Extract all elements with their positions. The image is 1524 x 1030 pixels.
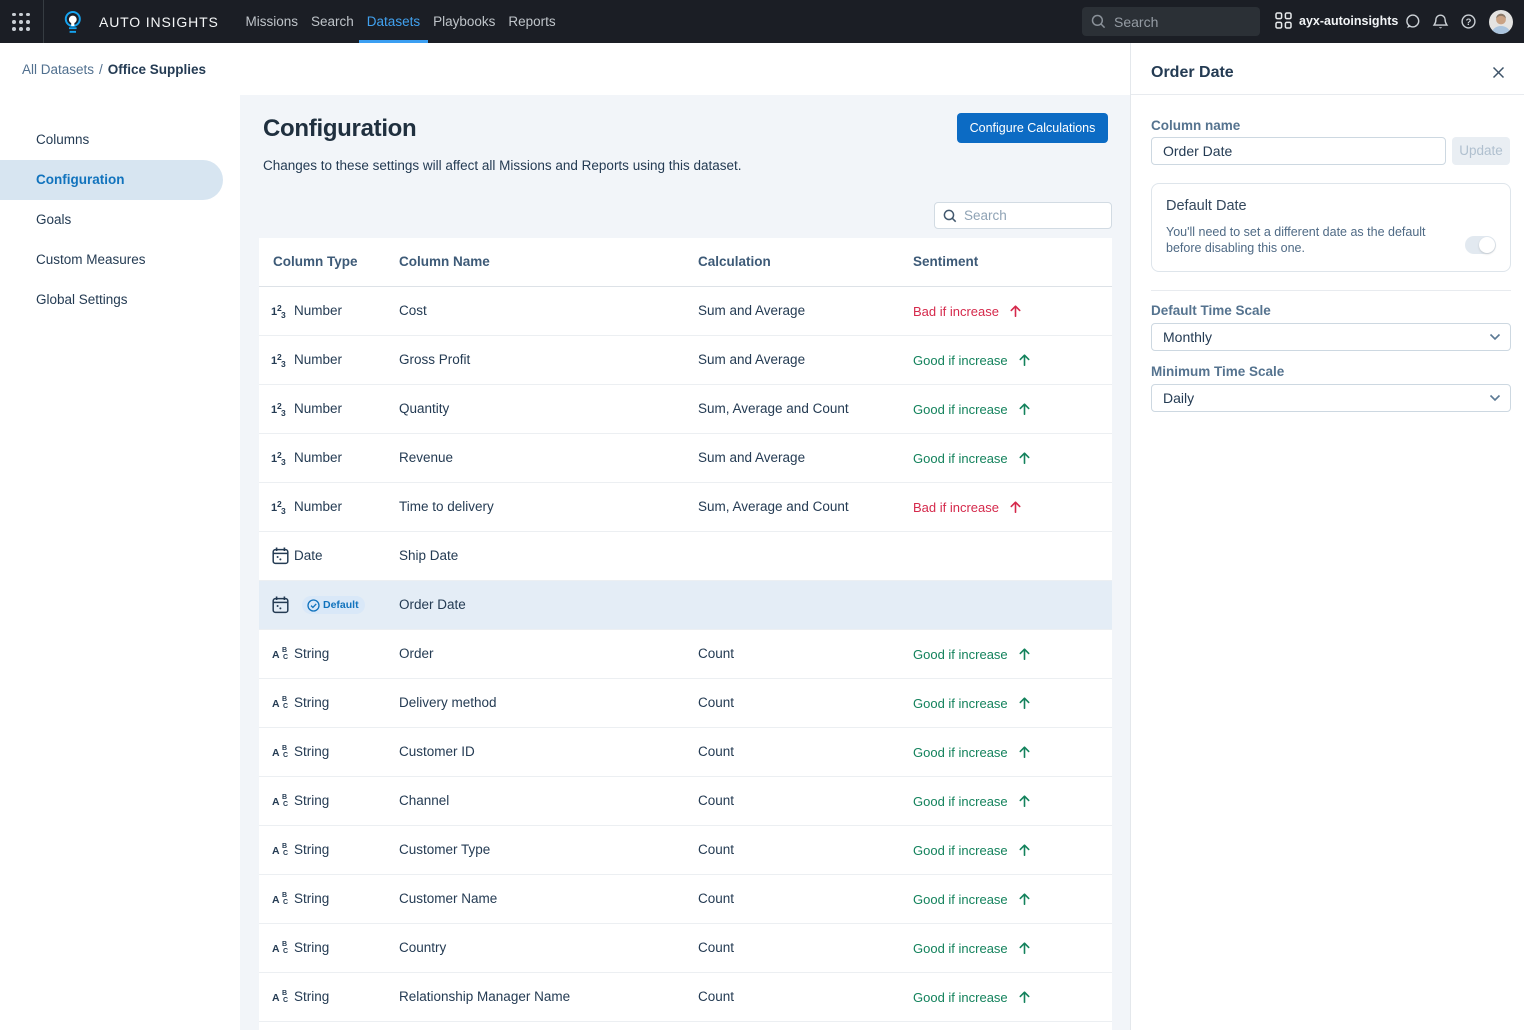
svg-text:?: ?	[1466, 17, 1472, 28]
